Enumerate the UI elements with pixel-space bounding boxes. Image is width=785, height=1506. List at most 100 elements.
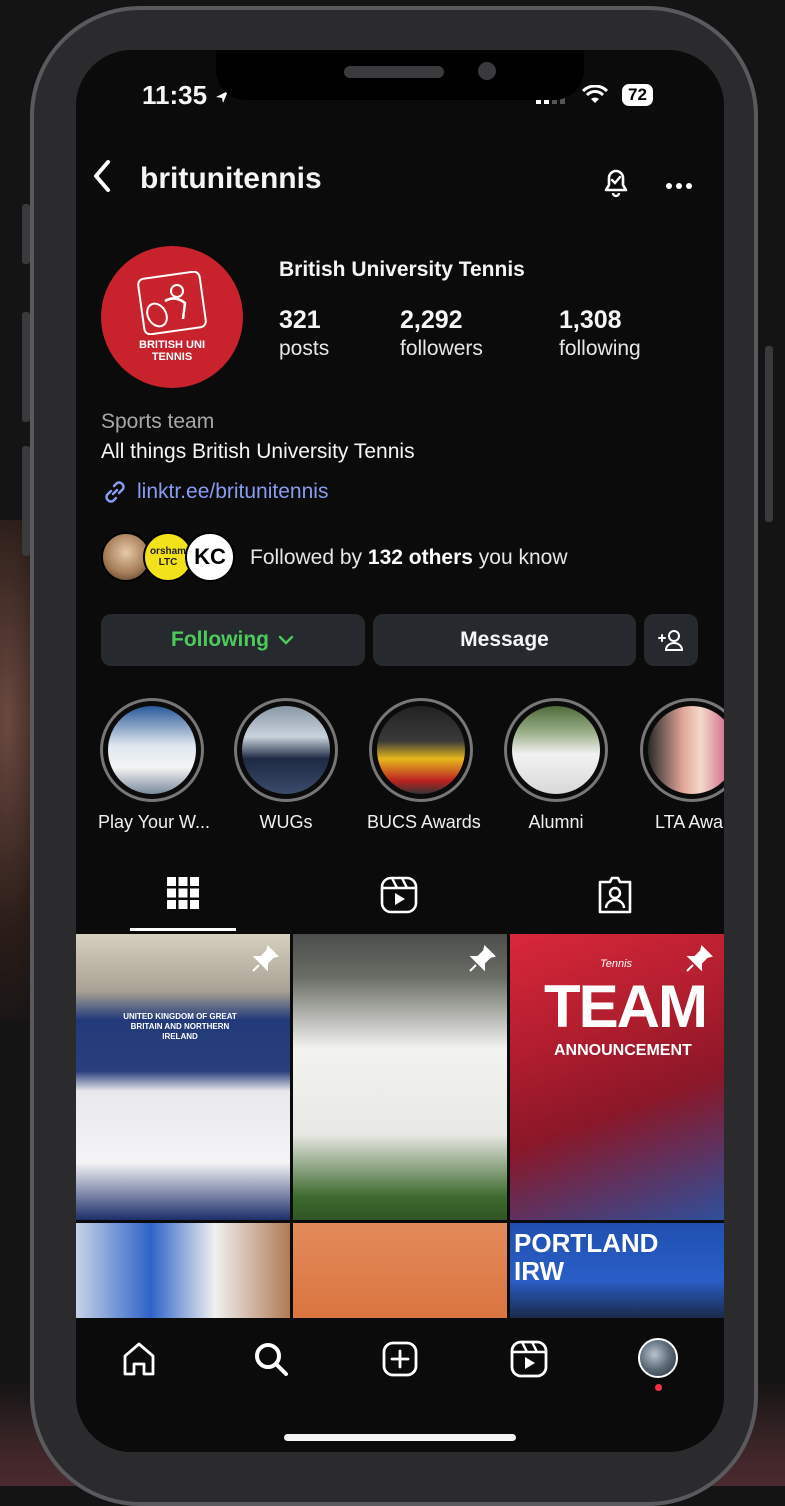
phone-notch xyxy=(216,50,584,100)
highlight-item[interactable]: BUCS Awards xyxy=(367,698,481,833)
highlight-ring xyxy=(369,698,473,802)
profile-avatar[interactable]: BRITISH UNI TENNIS xyxy=(101,246,243,388)
highlight-label: Alumni xyxy=(528,812,584,832)
post-thumbnail[interactable]: Tennis TEAM ANNOUNCEMENT xyxy=(510,934,724,1220)
phone-screen: 11:35 72 britunitennis BRITISH UNI TENNI… xyxy=(76,50,724,1452)
post-thumbnail[interactable] xyxy=(76,1223,290,1318)
following-button[interactable]: Following xyxy=(101,614,365,666)
add-person-icon xyxy=(658,630,684,651)
tab-posts-grid[interactable] xyxy=(166,876,200,915)
highlight-ring xyxy=(234,698,338,802)
highlight-ring xyxy=(640,698,724,802)
notification-dot xyxy=(654,1384,662,1391)
highlight-item[interactable]: WUGs xyxy=(232,698,340,833)
mute-switch xyxy=(22,204,30,264)
post-kicker-text: Tennis xyxy=(600,958,633,970)
reels-icon xyxy=(510,1340,548,1378)
post-thumbnail[interactable] xyxy=(293,934,507,1220)
grid-icon xyxy=(167,877,199,909)
following-label: Following xyxy=(171,628,269,651)
profile-category: Sports team xyxy=(101,410,215,433)
message-button[interactable]: Message xyxy=(373,614,636,666)
battery-indicator: 72 xyxy=(622,84,653,106)
post-thumbnail[interactable]: UNITED KINGDOM OF GREAT BRITAIN AND NORT… xyxy=(76,934,290,1220)
stat-value: 1,308 xyxy=(559,306,622,334)
profile-bio: All things British University Tennis xyxy=(101,440,415,463)
post-title-text: TEAM xyxy=(544,973,708,1040)
highlight-cover xyxy=(377,706,465,794)
home-icon xyxy=(123,1342,155,1376)
bottom-navigation-bar xyxy=(76,1318,724,1452)
profile-link[interactable]: linktr.ee/britunitennis xyxy=(101,478,328,506)
home-indicator[interactable] xyxy=(284,1434,516,1441)
ellipsis-icon xyxy=(666,183,692,189)
followed-by-count: 132 others xyxy=(367,546,473,569)
tab-tagged[interactable] xyxy=(596,876,634,919)
profile-link-text: linktr.ee/britunitennis xyxy=(137,480,329,503)
mutual-avatar: KC xyxy=(185,532,235,582)
highlight-cover xyxy=(648,706,724,794)
tab-reels[interactable] xyxy=(380,876,418,919)
active-tab-indicator xyxy=(130,928,236,931)
highlight-label: BUCS Awards xyxy=(367,812,481,832)
suggest-people-button[interactable] xyxy=(644,614,698,666)
highlight-cover xyxy=(108,706,196,794)
highlight-cover xyxy=(512,706,600,794)
bell-check-icon xyxy=(604,169,628,198)
stat-value: 2,292 xyxy=(400,306,463,334)
volume-up-button xyxy=(22,312,30,422)
search-icon xyxy=(255,1343,288,1376)
highlight-label: LTA Awar xyxy=(654,812,724,832)
highlight-label: Play Your W... xyxy=(98,812,211,832)
profile-avatar-small xyxy=(638,1338,678,1378)
power-button xyxy=(765,346,773,522)
nav-create[interactable] xyxy=(381,1340,419,1383)
post-subtitle-text: ANNOUNCEMENT xyxy=(554,1042,692,1059)
stat-label: following xyxy=(559,337,641,360)
avatar-brand-text: BRITISH UNI TENNIS xyxy=(139,339,205,363)
reels-icon xyxy=(380,876,418,914)
stat-value: 321 xyxy=(279,306,321,334)
stat-label: posts xyxy=(279,337,330,360)
post-sign-text: PORTLAND IRW xyxy=(514,1228,659,1286)
instagram-profile-screen: 11:35 72 britunitennis BRITISH UNI TENNI… xyxy=(76,50,724,1452)
post-sign-text: UNITED KINGDOM OF GREAT BRITAIN AND NORT… xyxy=(123,1012,237,1041)
nav-home[interactable] xyxy=(120,1340,158,1383)
nav-reels[interactable] xyxy=(510,1340,548,1383)
chevron-left-icon xyxy=(94,160,110,192)
followers-count[interactable]: 2,292 followers xyxy=(400,306,483,361)
mutual-followers-avatars[interactable]: orsham LTC KC xyxy=(101,532,241,586)
nav-profile[interactable] xyxy=(638,1338,678,1391)
tennis-player-logo-icon xyxy=(137,271,207,335)
tagged-person-icon xyxy=(598,876,632,914)
chevron-down-icon xyxy=(278,635,294,645)
highlight-item[interactable]: Alumni xyxy=(502,698,610,833)
highlight-label: WUGs xyxy=(259,812,313,832)
following-count[interactable]: 1,308 following xyxy=(559,306,641,361)
highlight-item[interactable]: LTA Awar xyxy=(638,698,724,833)
volume-down-button xyxy=(22,446,30,556)
pin-icon xyxy=(686,945,713,972)
pin-icon xyxy=(469,945,496,972)
post-thumbnail[interactable] xyxy=(293,1223,507,1318)
more-options-button[interactable] xyxy=(664,166,694,198)
link-icon xyxy=(105,481,125,503)
followed-by-suffix: you know xyxy=(472,546,568,569)
message-label: Message xyxy=(460,628,549,651)
notifications-bell-button[interactable] xyxy=(598,164,634,205)
highlight-ring xyxy=(504,698,608,802)
highlight-cover xyxy=(242,706,330,794)
status-time: 11:35 xyxy=(142,80,230,111)
pin-icon xyxy=(252,945,279,972)
post-thumbnail[interactable]: PORTLAND IRW xyxy=(510,1223,724,1318)
front-camera xyxy=(478,62,496,80)
posts-count[interactable]: 321 posts xyxy=(279,306,329,361)
back-button[interactable] xyxy=(90,158,114,203)
nav-search[interactable] xyxy=(252,1340,290,1383)
profile-full-name: British University Tennis xyxy=(279,258,525,281)
speaker-grille xyxy=(344,66,444,78)
highlight-ring xyxy=(100,698,204,802)
followed-by-prefix: Followed by xyxy=(250,546,368,569)
followed-by-text[interactable]: Followed by 132 others you know xyxy=(250,546,568,570)
highlight-item[interactable]: Play Your W... xyxy=(98,698,211,833)
